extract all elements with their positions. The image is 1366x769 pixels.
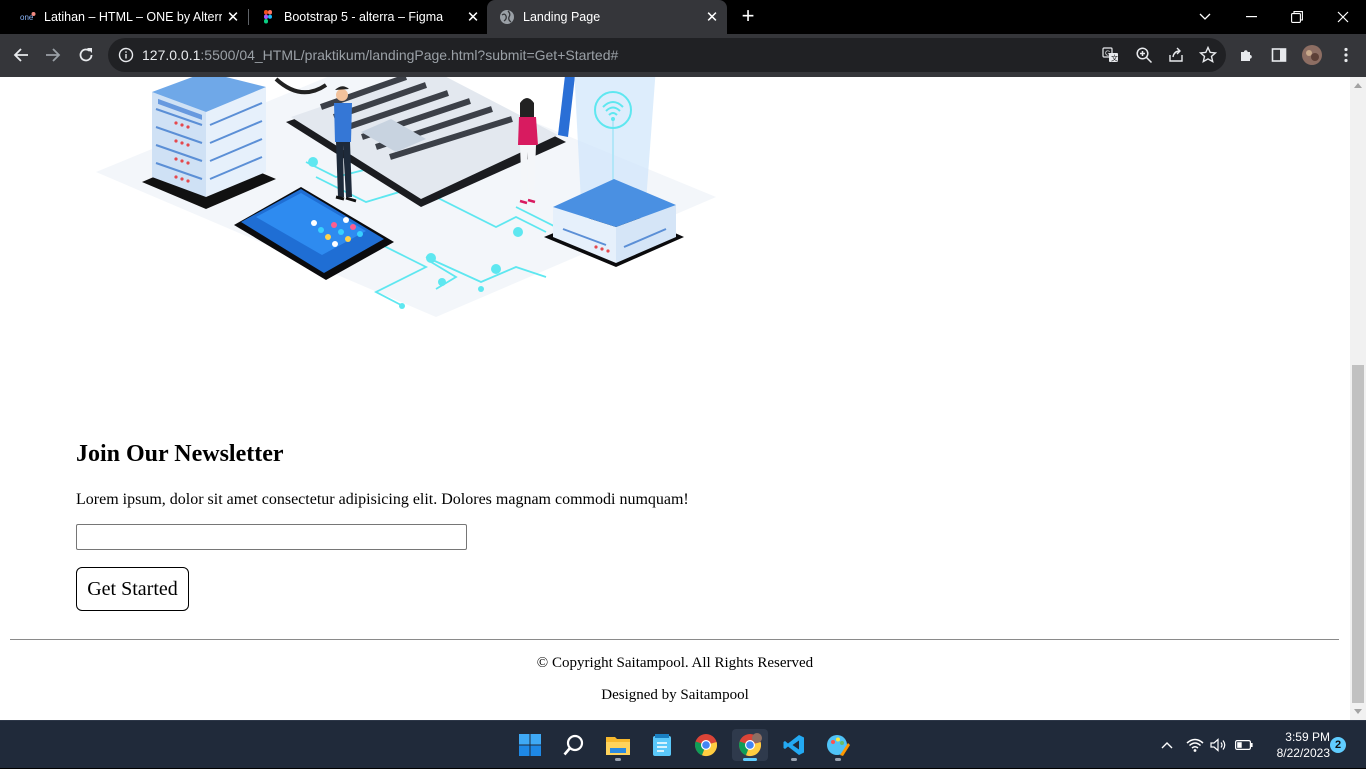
translate-icon[interactable]: G 文 [1102,46,1120,64]
extensions-icon[interactable] [1232,40,1262,70]
tab-title: Bootstrap 5 - alterra – Figma [284,10,444,24]
footer-copyright: © Copyright Saitampool. All Rights Reser… [536,655,814,671]
svg-text:G: G [1105,51,1110,58]
chrome-profile-icon[interactable] [732,729,768,761]
alterra-one-icon: one [20,12,36,22]
browser-toolbar: 127.0.0.1:5500/04_HTML/praktikum/landing… [0,34,1366,77]
clock-date: 8/22/2023 [1276,746,1330,760]
notification-badge[interactable]: 2 [1330,737,1346,753]
side-panel-icon[interactable] [1264,40,1294,70]
scrollbar-thumb[interactable] [1352,365,1364,703]
windows-start-icon[interactable] [512,729,548,761]
url-host: 127.0.0.1 [142,47,201,63]
volume-icon[interactable] [1208,721,1230,769]
close-window-button[interactable] [1320,0,1366,34]
tab-landing-page[interactable]: Landing Page ✕ [487,0,727,34]
site-info-icon[interactable] [118,47,134,63]
newsletter-email-input[interactable] [76,524,467,550]
get-started-button[interactable]: Get Started [76,567,189,611]
tab-strip: one Latihan – HTML – ONE by Alterra ✕ Bo… [0,0,1366,34]
reload-icon[interactable] [71,40,101,70]
figma-icon [264,10,272,24]
windows-taskbar: 3:59 PM 8/22/2023 2 [0,720,1366,768]
more-menu-icon[interactable] [1331,40,1361,70]
profile-avatar[interactable] [1297,40,1327,70]
file-explorer-icon[interactable] [600,729,636,761]
battery-icon[interactable] [1232,721,1256,769]
notepad-icon[interactable] [644,729,680,761]
svg-text:文: 文 [1111,54,1118,63]
zoom-icon[interactable] [1135,46,1153,64]
new-tab-button[interactable]: + [736,5,760,29]
page-scrollbar[interactable] [1350,77,1366,720]
chrome-icon[interactable] [688,729,724,761]
bookmark-star-icon[interactable] [1199,46,1217,64]
newsletter-description: Lorem ipsum, dolor sit amet consectetur … [76,491,689,508]
scroll-up-arrow[interactable] [1354,83,1362,88]
globe-icon [500,10,514,24]
paint-icon[interactable] [820,729,856,761]
address-bar[interactable]: 127.0.0.1:5500/04_HTML/praktikum/landing… [108,38,1226,72]
wifi-icon[interactable] [1184,721,1206,769]
restore-button[interactable] [1274,0,1320,34]
tab-latihan[interactable]: one Latihan – HTML – ONE by Alterra ✕ [0,0,248,34]
tab-title: Landing Page [523,10,601,24]
page-content: Join Our Newsletter Lorem ipsum, dolor s… [0,77,1350,720]
tab-figma[interactable]: Bootstrap 5 - alterra – Figma ✕ [240,0,488,34]
forward-icon[interactable] [38,40,68,70]
vscode-icon[interactable] [776,729,812,761]
tab-title: Latihan – HTML – ONE by Alterra [44,10,222,24]
hero-illustration [96,77,716,317]
url-text: 127.0.0.1:5500/04_HTML/praktikum/landing… [142,47,618,63]
share-icon[interactable] [1167,46,1185,64]
minimize-button[interactable] [1228,0,1274,34]
search-icon[interactable] [556,729,592,761]
footer-divider [10,639,1339,640]
newsletter-title: Join Our Newsletter [76,441,284,467]
show-hidden-icons-chevron-icon[interactable] [1156,721,1178,769]
scroll-down-arrow[interactable] [1354,709,1362,714]
system-clock[interactable]: 3:59 PM 8/22/2023 [1262,729,1330,761]
clock-time: 3:59 PM [1285,730,1330,744]
footer-designed-by: Designed by Saitampool [601,687,749,703]
tab-search-icon[interactable] [1182,0,1228,34]
back-icon[interactable] [6,40,36,70]
close-tab-icon[interactable]: ✕ [701,6,723,28]
close-tab-icon[interactable]: ✕ [462,6,484,28]
url-path: :5500/04_HTML/praktikum/landingPage.html… [200,47,619,63]
